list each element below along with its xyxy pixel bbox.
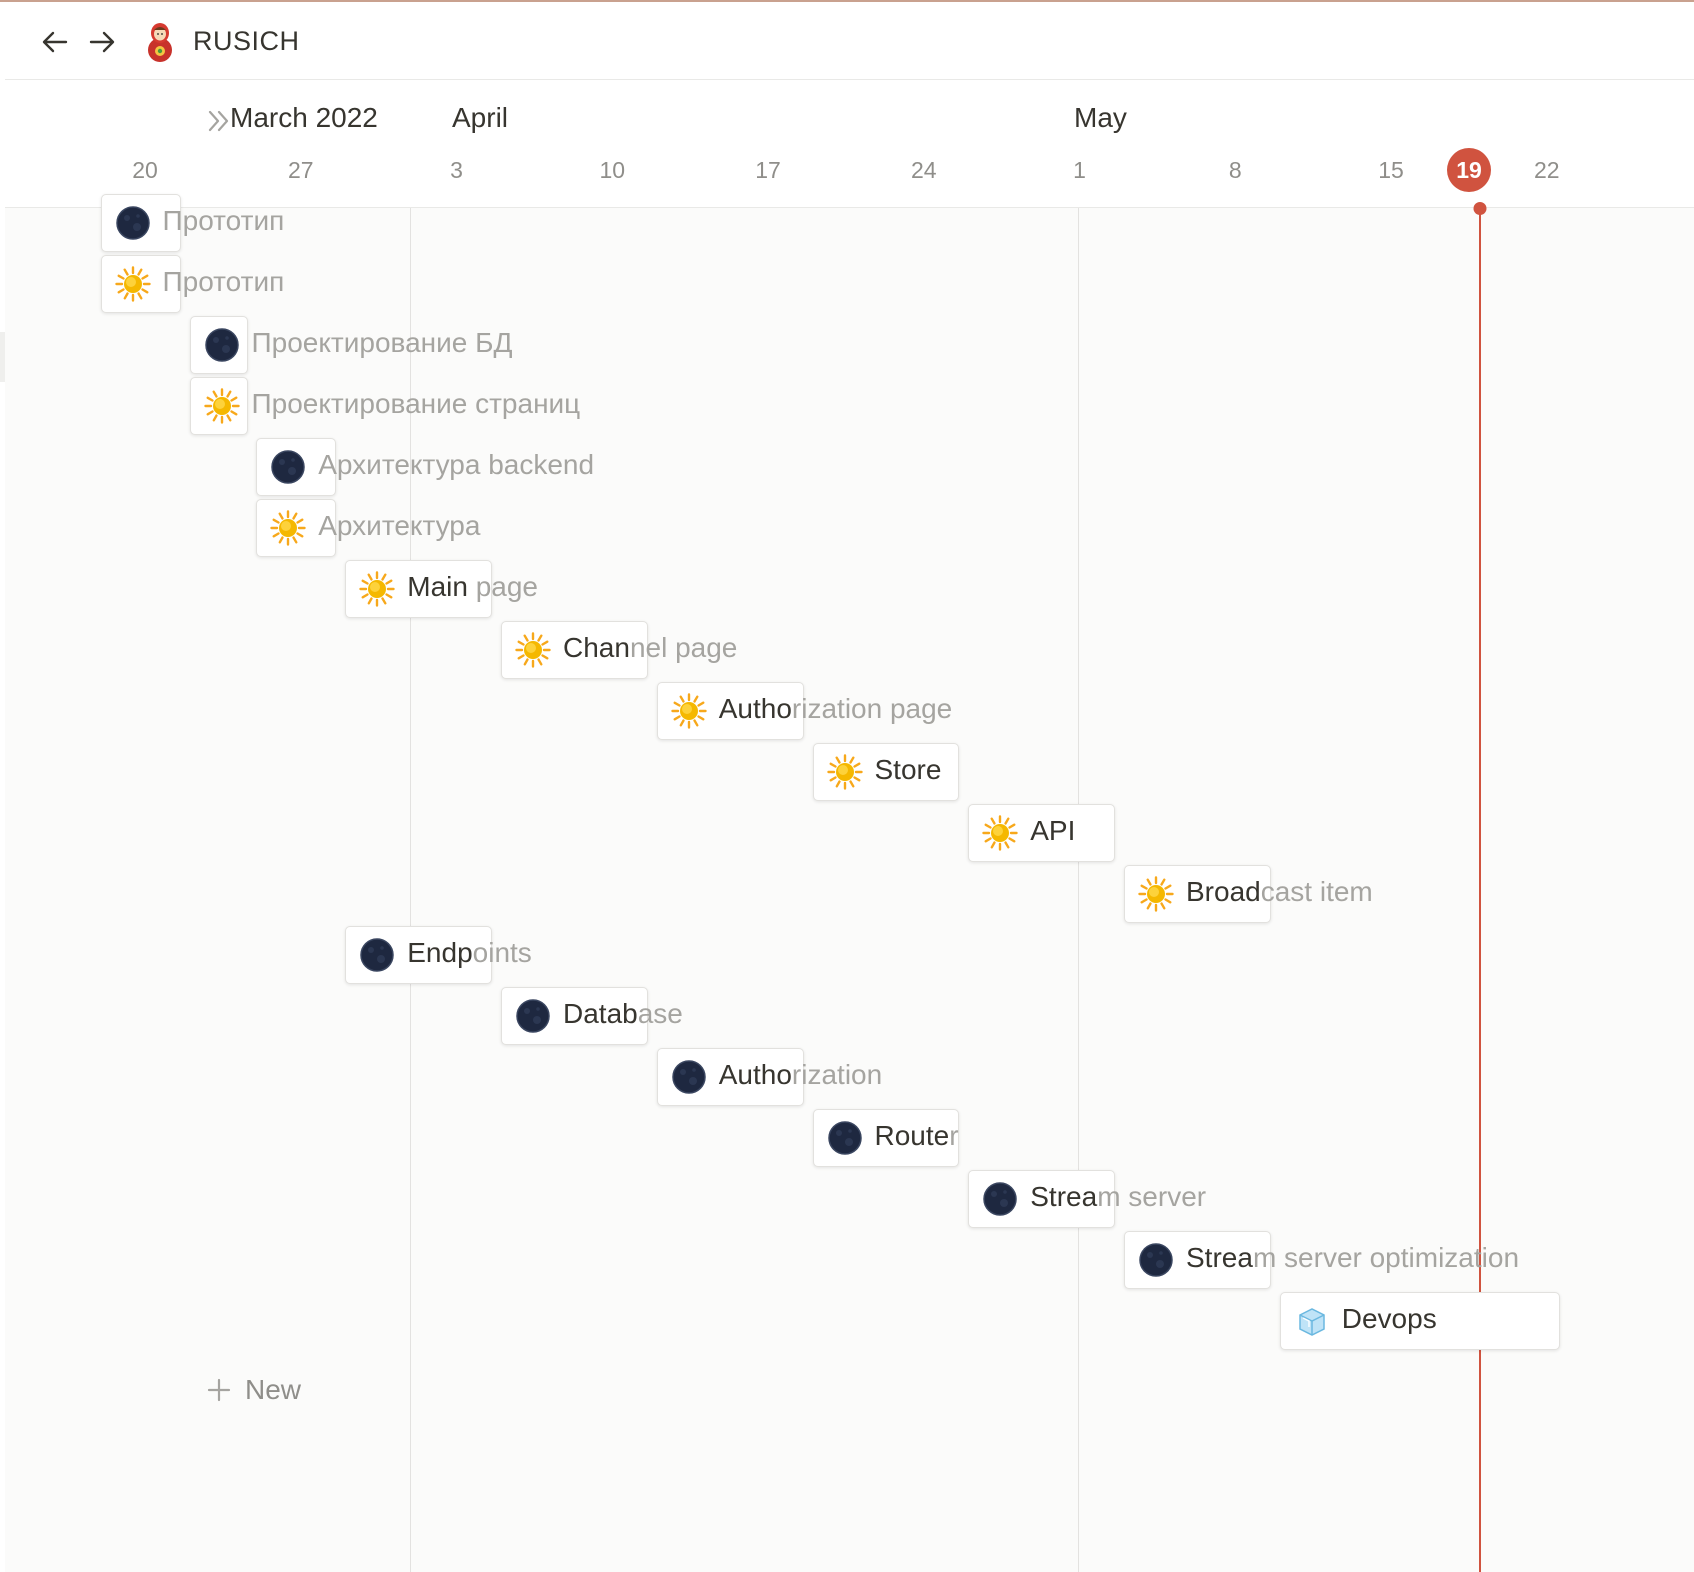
back-button[interactable] [37,24,73,60]
task-title: Архитектура [318,510,481,541]
arrow-right-icon [89,31,115,53]
day-label: 3 [450,157,463,183]
sun-icon [1138,876,1174,912]
today-badge: 19 [1447,148,1491,192]
plus-icon [207,1378,231,1402]
page-title[interactable]: RUSICH [193,26,300,57]
month-label-may: May [1074,102,1127,133]
sun-icon [359,571,395,607]
new-moon-icon [516,999,550,1033]
day-label: 24 [910,157,937,183]
timeline-area: March 2022 April May 20 27 3 10 17 24 1 8 15 22 19… [5,80,1694,1572]
timeline-header: March 2022 April May 20 27 3 10 17 24 1 8 15 22 19 [5,80,1694,208]
new-moon-icon [115,206,150,240]
sun-icon [114,266,151,302]
month-label-march: March 2022 [230,102,378,133]
sun-icon [826,754,863,790]
task-title: Архитектура backend [318,449,595,480]
month-start-gridline [410,208,411,1572]
task-title: Проектирование страниц [251,388,581,419]
task-title: Прототип [162,205,285,236]
day-label: 15 [1378,157,1404,183]
day-label: 22 [1533,157,1560,183]
forward-button[interactable] [84,24,120,60]
top-bar: RUSICH [5,4,1694,80]
new-moon-icon [983,1182,1017,1216]
sun-icon [203,388,240,424]
task-title: Проектирование БД [251,327,513,358]
month-label-april: April [452,102,509,133]
arrow-left-icon [42,31,68,53]
new-task-button[interactable]: New [205,1374,301,1406]
matryoshka-doll-icon[interactable] [143,21,177,63]
new-moon-icon [204,328,239,362]
today-line [1479,208,1481,1572]
sun-icon [270,510,306,546]
scroll-edge-marker [0,332,5,382]
day-label: 1 [1073,157,1086,183]
timeline-app: RUSICH March 2022 April May 20 27 3 10 17 24 1… [0,0,1694,1572]
new-moon-icon [360,938,394,972]
new-moon-icon [827,1121,862,1155]
sun-icon [671,693,707,729]
ice-cube-icon [1299,1308,1325,1336]
day-label: 10 [599,157,626,183]
month-start-gridline [1077,208,1079,1572]
day-label: 17 [755,157,781,183]
new-moon-icon [1139,1243,1173,1277]
new-task-label: New [245,1374,302,1405]
day-label: 8 [1228,157,1242,183]
task-title: Прототип [162,266,285,297]
new-moon-icon [271,450,305,484]
today-dot [1473,202,1487,215]
day-label: 27 [287,157,314,183]
new-moon-icon [672,1060,706,1094]
day-label: 20 [132,157,158,183]
sun-icon [982,815,1018,851]
sun-icon [515,632,551,668]
